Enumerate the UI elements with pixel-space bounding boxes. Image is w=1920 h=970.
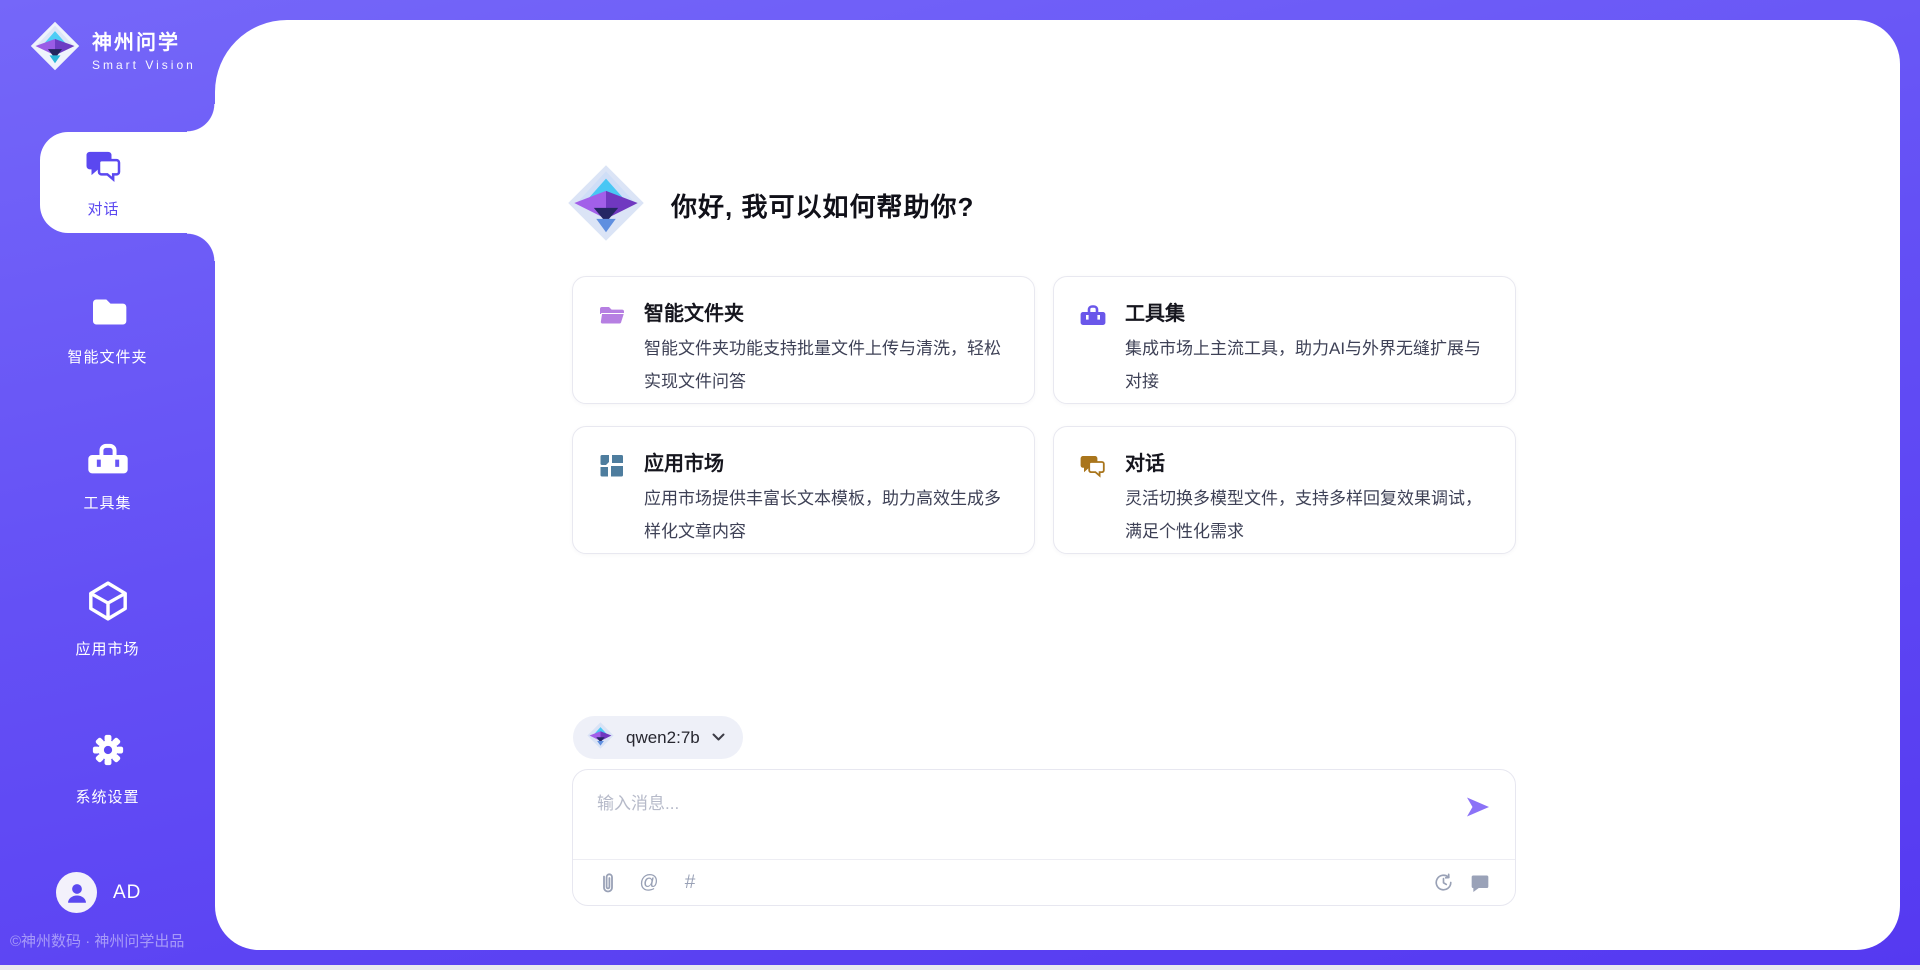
attachment-icon[interactable]	[597, 872, 619, 894]
mention-icon[interactable]: @	[638, 872, 660, 894]
app-grid-icon	[598, 452, 626, 480]
user-profile[interactable]: AD	[56, 872, 141, 913]
message-composer: @ #	[572, 769, 1516, 906]
sidebar-item-chat[interactable]: 对话	[40, 132, 215, 233]
model-gem-icon	[587, 721, 614, 755]
copyright-footer: ©神州数码 · 神州问学出品	[10, 930, 215, 951]
sidebar-item-smart-folder[interactable]: 智能文件夹	[0, 292, 215, 367]
gear-icon	[86, 728, 130, 777]
send-button[interactable]	[1463, 792, 1493, 822]
greeting-gem-icon	[567, 160, 645, 251]
card-title: 工具集	[1125, 297, 1515, 326]
brand-name-en: Smart Vision	[92, 58, 196, 72]
history-icon[interactable]	[1432, 872, 1454, 894]
sidebar-item-app-market[interactable]: 应用市场	[0, 578, 215, 659]
sidebar-item-label: 对话	[87, 198, 119, 219]
tab-fillet-bottom	[187, 233, 215, 261]
card-description: 集成市场上主流工具，助力AI与外界无缝扩展与对接	[1125, 332, 1495, 398]
card-title: 智能文件夹	[644, 297, 1034, 326]
sidebar-item-label: 系统设置	[75, 786, 139, 807]
send-icon	[1465, 794, 1491, 820]
composer-toolbar: @ #	[573, 859, 1515, 905]
model-selector[interactable]: qwen2:7b	[573, 716, 743, 759]
avatar	[56, 872, 97, 913]
chat-bubbles-icon	[1079, 452, 1107, 480]
card-title: 应用市场	[644, 447, 1034, 476]
sidebar-item-label: 工具集	[83, 492, 131, 513]
feature-cards: 智能文件夹 智能文件夹功能支持批量文件上传与清洗，轻松实现文件问答 工具集 集成…	[572, 276, 1516, 554]
briefcase-icon	[1079, 302, 1107, 330]
folder-icon	[87, 292, 129, 337]
sidebar-item-toolbox[interactable]: 工具集	[0, 436, 215, 513]
brand-logo: 神州问学 Smart Vision	[30, 18, 196, 79]
sidebar-item-label: 应用市场	[75, 638, 139, 659]
greeting-block: 你好, 我可以如何帮助你?	[567, 160, 974, 251]
card-title: 对话	[1125, 447, 1515, 476]
main-panel: 你好, 我可以如何帮助你? 智能文件夹 智能文件夹功能支持批量文件上传与清洗，轻…	[215, 20, 1900, 950]
card-smart-folder[interactable]: 智能文件夹 智能文件夹功能支持批量文件上传与清洗，轻松实现文件问答	[572, 276, 1035, 404]
user-initials: AD	[113, 882, 141, 904]
tab-fillet-top	[187, 104, 215, 132]
chat-icon	[84, 146, 124, 191]
card-description: 智能文件夹功能支持批量文件上传与清洗，轻松实现文件问答	[644, 332, 1014, 398]
card-toolbox[interactable]: 工具集 集成市场上主流工具，助力AI与外界无缝扩展与对接	[1053, 276, 1516, 404]
model-name: qwen2:7b	[626, 728, 700, 748]
brand-name-cn: 神州问学	[92, 26, 196, 55]
sidebar-item-label: 智能文件夹	[67, 346, 147, 367]
card-app-market[interactable]: 应用市场 应用市场提供丰富长文本模板，助力高效生成多样化文章内容	[572, 426, 1035, 554]
folder-open-icon	[598, 302, 626, 330]
cube-icon	[86, 578, 130, 629]
message-input[interactable]	[597, 786, 1427, 822]
toolbox-icon	[87, 436, 129, 483]
person-icon	[64, 880, 90, 906]
chevron-down-icon[interactable]	[712, 729, 725, 747]
hashtag-icon[interactable]: #	[679, 872, 701, 894]
card-description: 灵活切换多模型文件，支持多样回复效果调试，满足个性化需求	[1125, 482, 1495, 548]
greeting-text: 你好, 我可以如何帮助你?	[671, 187, 974, 224]
window-bottom-edge	[0, 965, 1920, 970]
app-background: 神州问学 Smart Vision 对话 智能文件夹 工具集	[0, 0, 1920, 965]
sidebar-item-settings[interactable]: 系统设置	[0, 728, 215, 807]
conversations-icon[interactable]	[1469, 872, 1491, 894]
brand-gem-icon	[30, 18, 80, 79]
card-description: 应用市场提供丰富长文本模板，助力高效生成多样化文章内容	[644, 482, 1014, 548]
card-chat[interactable]: 对话 灵活切换多模型文件，支持多样回复效果调试，满足个性化需求	[1053, 426, 1516, 554]
